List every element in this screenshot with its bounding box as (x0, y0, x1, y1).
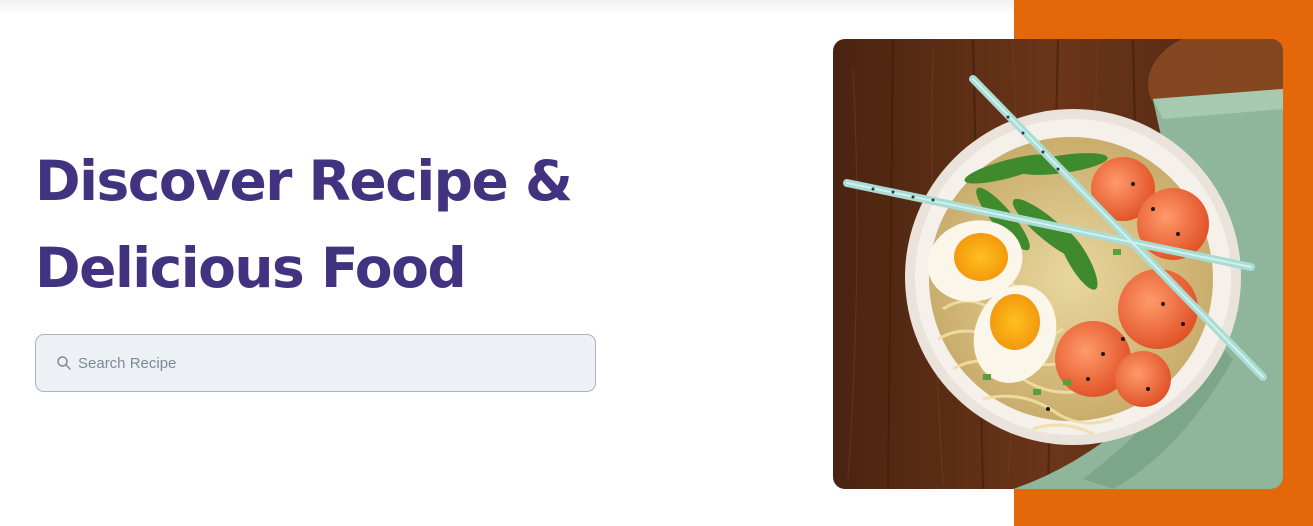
search-input[interactable] (78, 335, 595, 391)
hero-title-line-2: Delicious Food (35, 236, 467, 300)
hero-title-line-1: Discover Recipe & (35, 149, 573, 213)
search-icon (56, 355, 72, 371)
hero-title: Discover Recipe & Delicious Food (35, 138, 655, 312)
search-bar[interactable] (35, 334, 596, 392)
ramen-bowl-image (833, 39, 1283, 489)
